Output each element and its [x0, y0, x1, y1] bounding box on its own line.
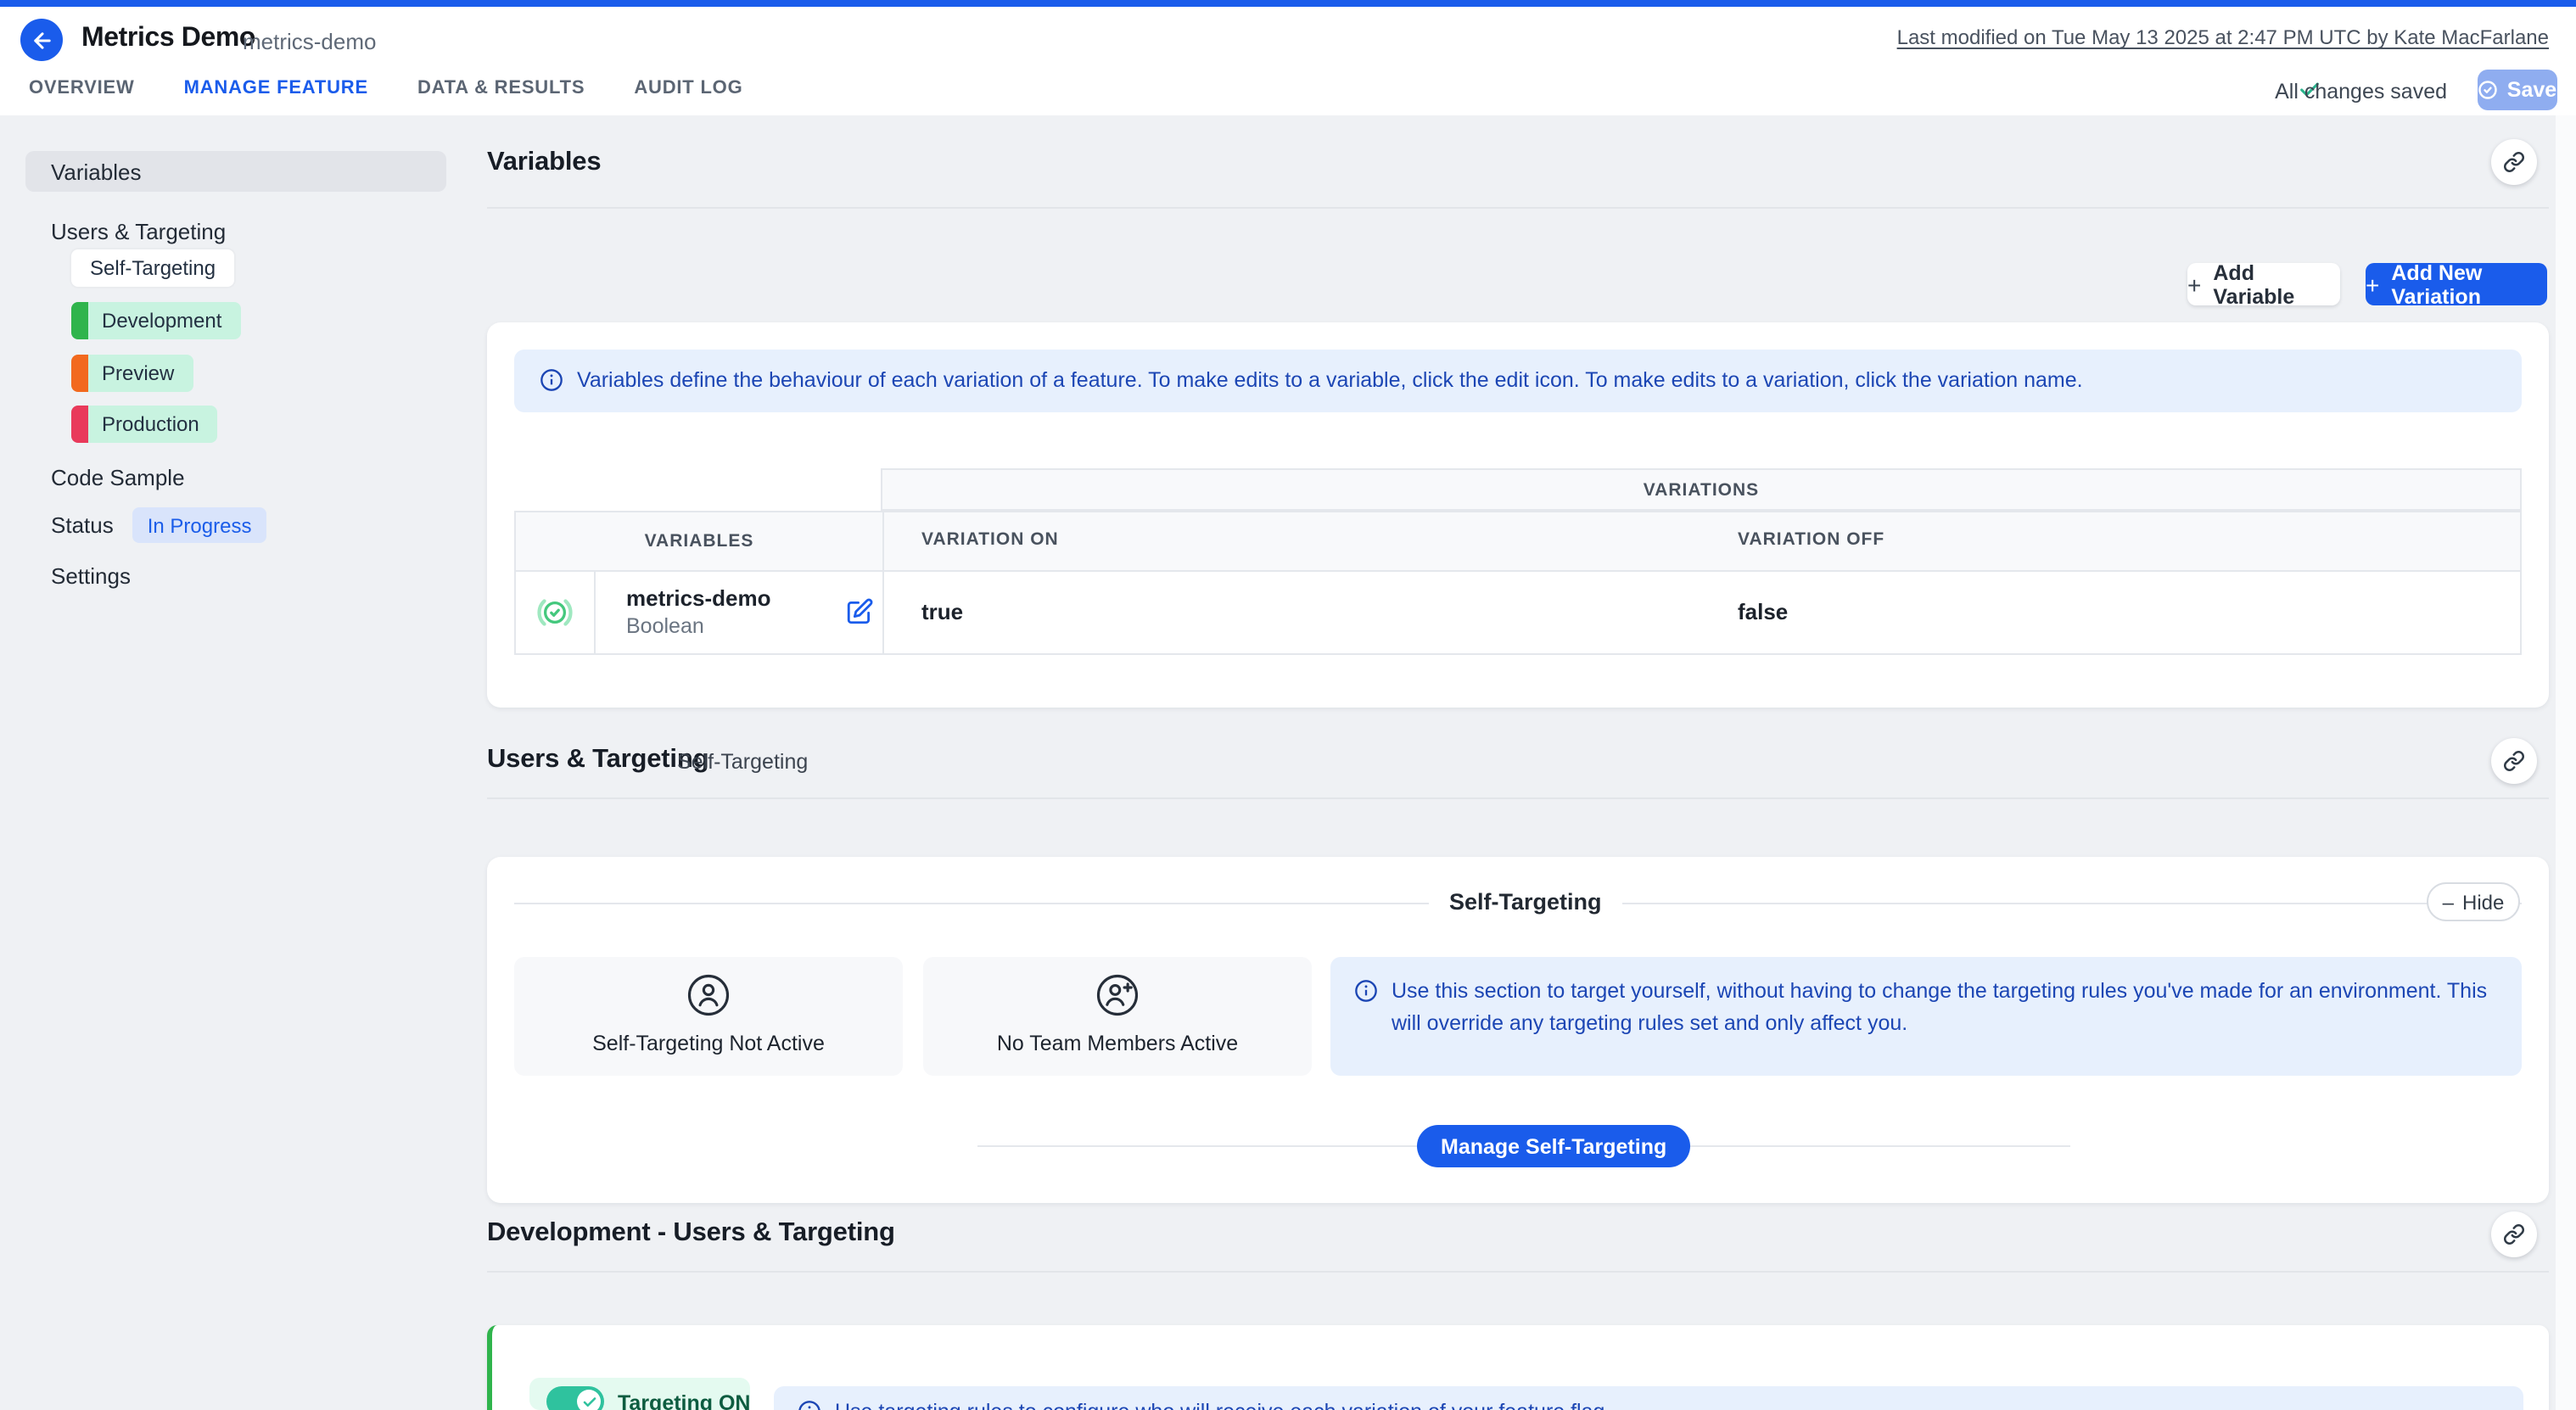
self-targeting-info-text: Use this section to target yourself, wit… [1392, 976, 2495, 1040]
sidebar-users-targeting-label: Users & Targeting [51, 218, 226, 243]
link-icon [2503, 151, 2525, 173]
plus-icon: + [2187, 271, 2201, 298]
sidebar-item-status[interactable]: Status In Progress [51, 507, 266, 543]
sidebar-item-self-targeting[interactable]: Self-Targeting [71, 249, 234, 287]
manage-self-targeting-button[interactable]: Manage Self-Targeting [1417, 1125, 1690, 1167]
info-circle-icon [798, 1400, 821, 1410]
variables-table: VARIATIONS VARIABLES VARIATION ON VARIAT… [514, 468, 2522, 655]
sidebar-item-env-preview[interactable]: Preview [71, 355, 193, 392]
targeting-status-box: Targeting ON [529, 1378, 750, 1410]
page-subtitle: metrics-demo [243, 29, 377, 54]
self-targeting-panel-title: Self-Targeting [1429, 889, 1622, 915]
sidebar-item-env-development[interactable]: Development [71, 302, 240, 339]
development-info-banner: Use targeting rules to configure who wil… [774, 1386, 2523, 1410]
development-section-title: Development - Users & Targeting [487, 1218, 895, 1249]
minus-icon: – [2443, 890, 2454, 914]
save-button[interactable]: Save [2478, 70, 2557, 110]
person-icon [686, 972, 731, 1018]
app-header: Metrics Demo metrics-demo Last modified … [0, 7, 2576, 115]
development-section-header: Development - Users & Targeting [487, 1196, 2549, 1273]
sidebar-settings-label: Settings [51, 562, 131, 588]
hide-button-label: Hide [2462, 890, 2504, 914]
sidebar-item-users-targeting[interactable]: Users & Targeting [51, 215, 226, 246]
toggle-check-icon [577, 1390, 601, 1410]
table-header-row: VARIABLES VARIATION ON VARIATION OFF [514, 511, 2522, 572]
self-targeting-card: Self-Targeting – Hide Self-Targeting Not… [487, 857, 2549, 1203]
tab-bar: OVERVIEW MANAGE FEATURE DATA & RESULTS A… [27, 68, 745, 122]
info-circle-icon [1354, 979, 1378, 1003]
add-variable-button[interactable]: + Add Variable [2187, 263, 2340, 305]
sidebar-preview-label: Preview [102, 361, 174, 385]
variables-section-header: Variables [487, 115, 2549, 209]
page-title: Metrics Demo [81, 24, 255, 54]
last-modified-link[interactable]: Last modified on Tue May 13 2025 at 2:47… [1897, 25, 2549, 49]
preview-color-chip [71, 355, 88, 392]
variable-check-icon [536, 594, 574, 631]
sidebar-production-label: Production [102, 412, 199, 436]
col-header-variation-on: VARIATION ON [921, 529, 1059, 550]
sidebar-item-variables[interactable]: Variables [25, 151, 446, 192]
development-info-text: Use targeting rules to configure who wil… [835, 1396, 1610, 1410]
save-button-label: Save [2507, 78, 2556, 102]
variables-section-title: Variables [487, 148, 601, 178]
sidebar-item-env-production[interactable]: Production [71, 406, 218, 443]
col-header-variation-off: VARIATION OFF [1738, 529, 1884, 550]
top-accent-bar [0, 0, 2576, 7]
sidebar-item-settings[interactable]: Settings [51, 560, 131, 590]
column-divider [882, 512, 884, 570]
check-circle-icon [2478, 80, 2499, 100]
sidebar-status-label: Status [51, 512, 114, 538]
add-new-variation-button[interactable]: + Add New Variation [2366, 263, 2547, 305]
users-targeting-section-subtitle: Self-Targeting [677, 750, 808, 774]
back-button[interactable] [20, 19, 63, 61]
add-variable-label: Add Variable [2213, 260, 2340, 308]
targeting-toggle[interactable] [546, 1386, 604, 1410]
development-section-link-button[interactable] [2491, 1211, 2537, 1257]
save-status-text: All changes saved [2275, 80, 2447, 104]
team-members-status-label: No Team Members Active [923, 1032, 1312, 1055]
self-targeting-info-banner: Use this section to target yourself, wit… [1330, 957, 2522, 1076]
variation-off-value[interactable]: false [1738, 599, 1788, 624]
scrollbar-gutter [2556, 115, 2576, 1410]
variables-card: Variables define the behaviour of each v… [487, 322, 2549, 708]
plus-icon: + [2366, 271, 2379, 298]
variable-type: Boolean [626, 614, 704, 638]
sidebar-self-targeting-label: Self-Targeting [90, 256, 216, 280]
link-icon [2503, 1223, 2525, 1245]
info-circle-icon [540, 368, 563, 392]
users-targeting-section-title: Users & Targeting [487, 745, 708, 775]
add-new-variation-label: Add New Variation [2391, 260, 2547, 308]
edit-pencil-icon[interactable] [845, 597, 874, 626]
variables-info-text: Variables define the behaviour of each v… [577, 365, 2083, 397]
hide-button[interactable]: – Hide [2427, 882, 2520, 921]
variables-info-banner: Variables define the behaviour of each v… [514, 350, 2522, 412]
users-targeting-section-link-button[interactable] [2491, 738, 2537, 784]
sidebar-item-code-sample[interactable]: Code Sample [51, 462, 185, 492]
column-divider [594, 572, 596, 653]
self-targeting-status-label: Self-Targeting Not Active [514, 1032, 903, 1055]
column-divider [882, 572, 884, 653]
variations-header-label: VARIATIONS [1644, 479, 1759, 500]
development-targeting-card: Targeting ON Use targeting rules to conf… [487, 1325, 2549, 1410]
manage-self-targeting-label: Manage Self-Targeting [1441, 1134, 1666, 1158]
self-targeting-status-box: Self-Targeting Not Active [514, 957, 903, 1076]
targeting-on-label: Targeting ON [618, 1391, 751, 1410]
table-row: metrics-demo Boolean true false [514, 572, 2522, 655]
person-plus-icon [1095, 972, 1140, 1018]
variable-name[interactable]: metrics-demo [626, 585, 771, 611]
link-icon [2503, 750, 2525, 772]
status-badge: In Progress [132, 507, 267, 543]
sidebar-variables-label: Variables [51, 159, 141, 184]
sidebar-development-label: Development [102, 309, 221, 333]
variables-section-link-button[interactable] [2491, 139, 2537, 185]
variation-on-value[interactable]: true [921, 599, 963, 624]
col-header-variables: VARIABLES [516, 512, 882, 570]
production-color-chip [71, 406, 88, 443]
team-members-status-box: No Team Members Active [923, 957, 1312, 1076]
sidebar-code-sample-label: Code Sample [51, 464, 185, 490]
users-targeting-section-header: Users & Targeting Self-Targeting [487, 725, 2549, 799]
development-color-chip [71, 302, 88, 339]
variations-group-header: VARIATIONS [881, 468, 2522, 511]
arrow-left-icon [30, 28, 53, 52]
